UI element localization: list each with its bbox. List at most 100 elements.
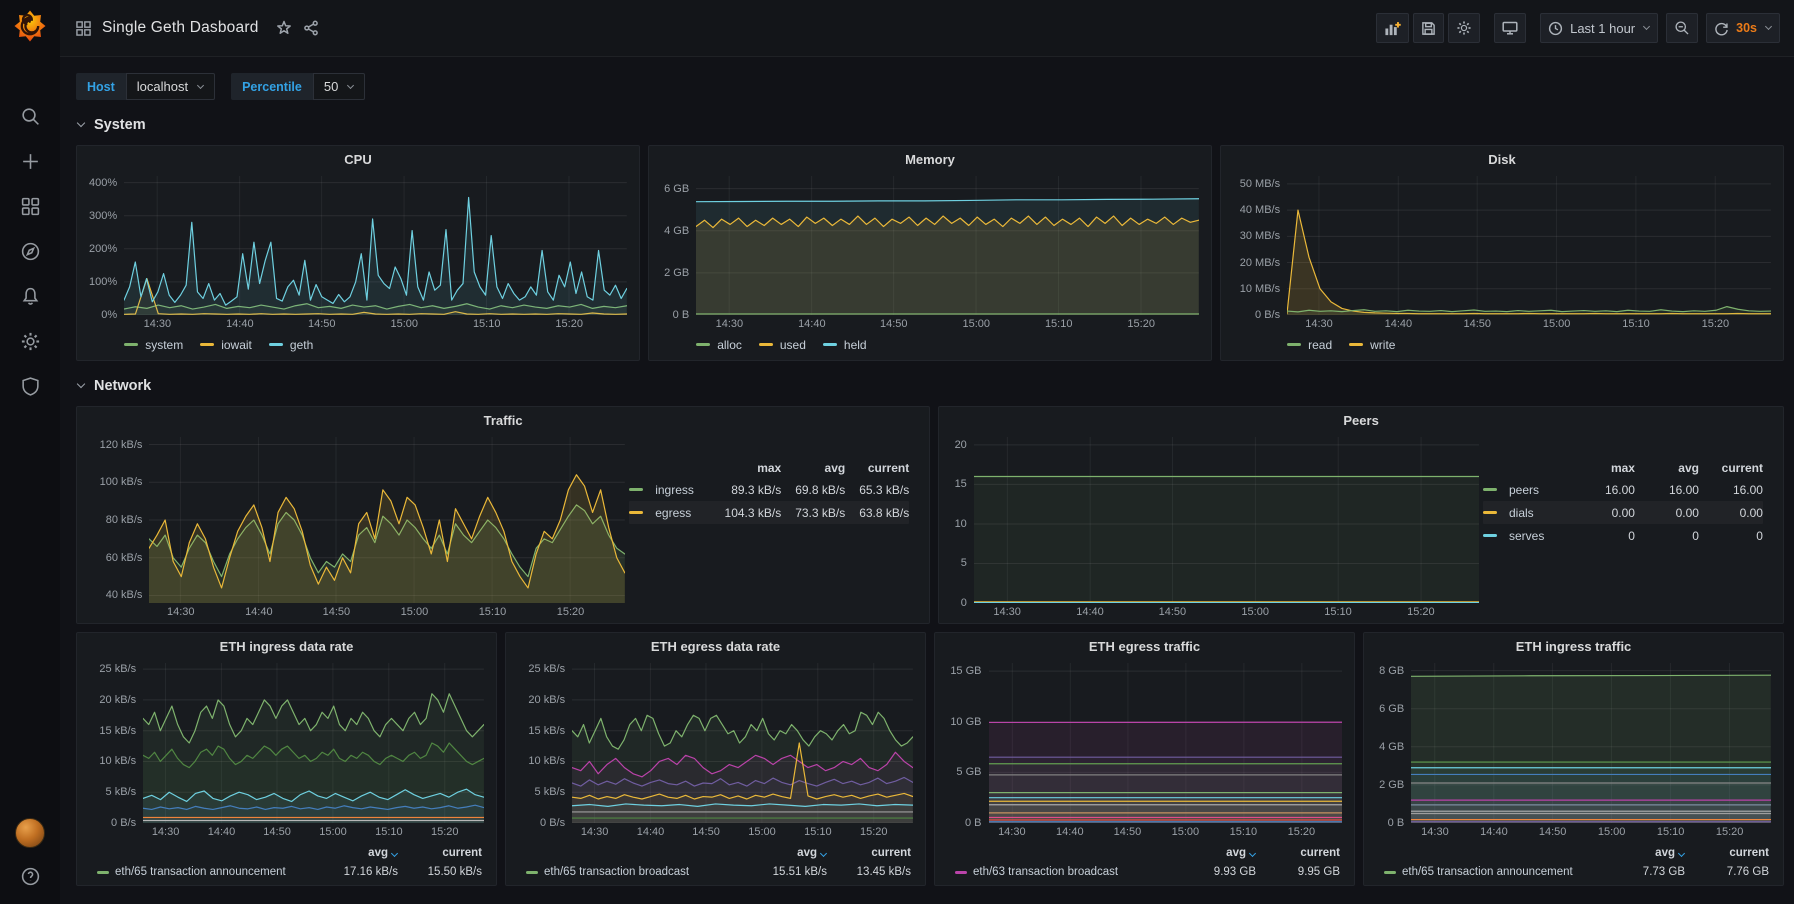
panel-disk: Disk 0 B/s10 MB/s20 MB/s30 MB/s40 MB/s50 … xyxy=(1220,145,1784,361)
legend-column-avg[interactable]: avg xyxy=(1593,847,1685,859)
series-color-dash xyxy=(1483,511,1497,514)
chart-plot[interactable] xyxy=(1411,663,1771,823)
legend-series-name[interactable]: dials xyxy=(1509,506,1571,520)
legend-column-current[interactable]: current xyxy=(845,461,909,475)
save-dashboard-button[interactable] xyxy=(1413,13,1444,43)
star-dashboard-button[interactable] xyxy=(276,20,292,36)
zoom-out-time-range-button[interactable] xyxy=(1666,13,1698,43)
row-header-network[interactable]: Network xyxy=(76,373,1784,399)
legend-item-write[interactable]: write xyxy=(1349,338,1395,352)
legend-column-avg[interactable]: avg xyxy=(781,461,845,475)
page-title[interactable]: Single Geth Dasboard xyxy=(102,19,259,37)
row-header-system[interactable]: System xyxy=(76,112,1784,138)
chart-plot[interactable] xyxy=(696,176,1199,315)
legend-item-geth[interactable]: geth xyxy=(269,338,313,352)
sidebar-item-configuration[interactable] xyxy=(18,329,42,353)
chart-area: 0 B/s10 MB/s20 MB/s30 MB/s40 MB/s50 MB/s xyxy=(1229,173,1775,315)
y-tick-label: 0 B/s xyxy=(1255,309,1280,321)
legend-column-avg[interactable]: avg xyxy=(306,847,398,859)
panel-title[interactable]: Memory xyxy=(649,146,1211,173)
panel-title[interactable]: Disk xyxy=(1221,146,1783,173)
chart-column: 0510152014:3014:4014:5015:0015:1015:20 xyxy=(947,434,1483,620)
panel-title[interactable]: ETH egress data rate xyxy=(506,633,925,660)
chart-plot[interactable] xyxy=(143,663,484,823)
legend-column-current[interactable]: current xyxy=(1685,847,1769,859)
legend-column-current[interactable]: current xyxy=(398,847,482,859)
series-color-dash xyxy=(759,343,773,346)
legend-value: 16.00 xyxy=(1699,483,1763,497)
x-tick-label: 14:30 xyxy=(152,826,180,838)
x-tick-label: 15:10 xyxy=(473,318,501,330)
legend-series-name[interactable]: eth/65 transaction announcement xyxy=(115,866,306,878)
y-axis-labels: 0 B2 GB4 GB6 GB xyxy=(657,176,696,315)
legend-column-max[interactable]: max xyxy=(1571,461,1635,475)
x-tick-label: 14:50 xyxy=(1159,606,1187,618)
legend-item-label: held xyxy=(844,338,867,352)
panel-title[interactable]: Traffic xyxy=(77,407,929,434)
y-tick-label: 400% xyxy=(89,177,117,189)
sidebar-item-dashboards[interactable] xyxy=(18,194,42,218)
legend-column-avg[interactable]: avg xyxy=(1635,461,1699,475)
y-tick-label: 20 kB/s xyxy=(528,694,565,706)
chart-plot[interactable] xyxy=(124,176,627,315)
sidebar-item-alerting[interactable] xyxy=(18,284,42,308)
sidebar-item-help[interactable] xyxy=(18,864,42,888)
refresh-icon xyxy=(1714,21,1729,36)
panel-title[interactable]: ETH ingress traffic xyxy=(1364,633,1783,660)
chart-plot[interactable] xyxy=(989,663,1343,823)
legend-column-avg[interactable]: avg xyxy=(1164,847,1256,859)
sidebar-item-server-admin[interactable] xyxy=(18,374,42,398)
grafana-logo[interactable] xyxy=(0,10,60,42)
legend-item-held[interactable]: held xyxy=(823,338,867,352)
variable-host-select[interactable]: localhost xyxy=(126,73,215,100)
panel-title[interactable]: CPU xyxy=(77,146,639,173)
legend-series-name[interactable]: peers xyxy=(1509,483,1571,497)
legend-series-name[interactable]: ingress xyxy=(655,483,717,497)
grafana-logo-icon xyxy=(14,10,46,42)
legend-item-iowait[interactable]: iowait xyxy=(200,338,252,352)
legend-column-current[interactable]: current xyxy=(1699,461,1763,475)
panel-title[interactable]: ETH ingress data rate xyxy=(77,633,496,660)
time-range-picker[interactable]: Last 1 hour xyxy=(1540,13,1658,43)
chart-plot[interactable] xyxy=(974,437,1479,603)
y-tick-label: 0 B/s xyxy=(540,817,565,829)
sidebar-item-create[interactable] xyxy=(18,149,42,173)
x-tick-label: 14:40 xyxy=(208,826,236,838)
x-axis-labels: 14:3014:4014:5015:0015:1015:20 xyxy=(1287,315,1771,332)
legend-item-used[interactable]: used xyxy=(759,338,806,352)
panel-title[interactable]: ETH egress traffic xyxy=(935,633,1354,660)
legend-column-current[interactable]: current xyxy=(827,847,911,859)
chart-plot[interactable] xyxy=(1287,176,1771,315)
dashboard-settings-button[interactable] xyxy=(1448,13,1480,43)
user-avatar[interactable] xyxy=(15,818,45,848)
legend-item-system[interactable]: system xyxy=(124,338,183,352)
star-icon xyxy=(276,20,292,36)
legend-item-label: used xyxy=(780,338,806,352)
legend-series-name[interactable]: eth/63 transaction broadcast xyxy=(973,866,1164,878)
y-axis-labels: 0 B/s10 MB/s20 MB/s30 MB/s40 MB/s50 MB/s xyxy=(1229,176,1287,315)
sidebar-item-explore[interactable] xyxy=(18,239,42,263)
cycle-view-mode-button[interactable] xyxy=(1494,13,1526,43)
legend-column-max[interactable]: max xyxy=(717,461,781,475)
share-dashboard-button[interactable] xyxy=(303,20,319,36)
panel-title[interactable]: Peers xyxy=(939,407,1783,434)
x-axis-labels: 14:3014:4014:5015:0015:1015:20 xyxy=(149,603,625,620)
legend-series-name[interactable]: serves xyxy=(1509,529,1571,543)
chart-plot[interactable] xyxy=(149,437,625,603)
legend-series-name[interactable]: egress xyxy=(655,506,717,520)
variable-percentile-select[interactable]: 50 xyxy=(313,73,365,100)
legend-item-alloc[interactable]: alloc xyxy=(696,338,742,352)
add-panel-button[interactable] xyxy=(1376,13,1409,43)
refresh-dashboard-button[interactable]: 30s xyxy=(1706,13,1780,43)
legend-item-read[interactable]: read xyxy=(1287,338,1332,352)
chart-plot[interactable] xyxy=(572,663,913,823)
legend-series-name[interactable]: eth/65 transaction announcement xyxy=(1402,866,1593,878)
sort-chevron-down-icon xyxy=(391,849,398,856)
legend-column-avg[interactable]: avg xyxy=(735,847,827,859)
sidebar-item-search[interactable] xyxy=(18,104,42,128)
x-tick-label: 14:40 xyxy=(226,318,254,330)
legend: alloc used held xyxy=(696,332,1203,357)
y-tick-label: 40 MB/s xyxy=(1240,204,1280,216)
legend-series-name[interactable]: eth/65 transaction broadcast xyxy=(544,866,735,878)
legend-column-current[interactable]: current xyxy=(1256,847,1340,859)
